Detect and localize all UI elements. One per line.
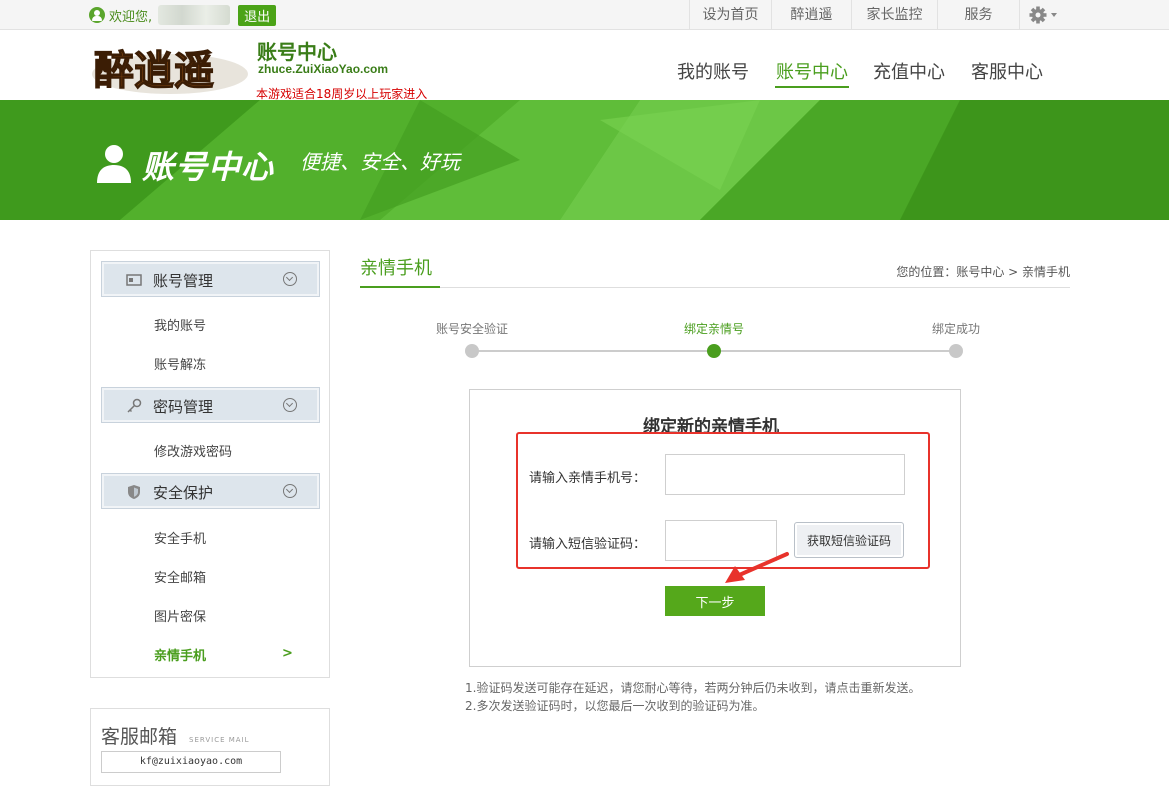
step-label-success: 绑定成功 bbox=[932, 322, 981, 336]
site-url: zhuce.ZuiXiaoYao.com bbox=[258, 62, 389, 76]
zuixiaoyao-link[interactable]: 醉逍遥 bbox=[771, 0, 851, 30]
gear-icon bbox=[1029, 6, 1057, 24]
welcome-area: 欢迎您, 退出 bbox=[89, 4, 277, 26]
sidebar-item-security-phone[interactable]: 安全手机 bbox=[154, 528, 206, 547]
step-dot-success bbox=[949, 344, 963, 358]
step-dot-bind bbox=[707, 344, 721, 358]
settings-menu[interactable] bbox=[1019, 0, 1071, 30]
set-homepage-link[interactable]: 设为首页 bbox=[689, 0, 771, 30]
nav-account-center[interactable]: 账号中心 bbox=[775, 58, 849, 88]
key-icon bbox=[127, 398, 142, 413]
chevron-down-icon bbox=[283, 484, 297, 498]
banner-slogan: 便捷、安全、好玩 bbox=[300, 150, 460, 174]
service-mail-box: 客服邮箱 SERVICE MAIL kf@zuixiaoyao.com bbox=[90, 708, 330, 786]
service-mail-title: 客服邮箱 bbox=[101, 726, 178, 748]
service-mail-address[interactable]: kf@zuixiaoyao.com bbox=[101, 751, 281, 773]
person-icon bbox=[97, 145, 131, 183]
code-label: 请输入短信验证码： bbox=[529, 537, 647, 552]
sidebar-group-security[interactable]: 安全保护 bbox=[101, 473, 320, 509]
nav-my-account[interactable]: 我的账号 bbox=[676, 58, 750, 88]
breadcrumb: 您的位置：账号中心 > 亲情手机 bbox=[896, 265, 1070, 279]
game-logo[interactable]: 醉逍遥 bbox=[90, 34, 250, 100]
next-step-button[interactable]: 下一步 bbox=[665, 586, 765, 616]
username-blurred bbox=[158, 5, 231, 25]
sidebar-item-security-email[interactable]: 安全邮箱 bbox=[154, 567, 206, 586]
family-phone-input[interactable] bbox=[665, 454, 905, 495]
user-icon bbox=[89, 7, 105, 23]
sidebar-group-label: 安全保护 bbox=[153, 484, 214, 502]
title-divider bbox=[360, 287, 1070, 288]
welcome-text: 欢迎您, bbox=[109, 9, 153, 25]
sidebar-item-family-phone[interactable]: 亲情手机 bbox=[154, 645, 206, 664]
service-link[interactable]: 服务 bbox=[937, 0, 1019, 30]
chevron-down-icon bbox=[283, 398, 297, 412]
sidebar-group-account[interactable]: 账号管理 bbox=[101, 261, 320, 297]
site-title: 账号中心 bbox=[257, 40, 337, 64]
sidebar-group-label: 账号管理 bbox=[153, 272, 214, 290]
parental-control-link[interactable]: 家长监控 bbox=[851, 0, 937, 30]
step-label-bind: 绑定亲情号 bbox=[684, 322, 745, 336]
sidebar: 账号管理 我的账号 账号解冻 密码管理 修改游戏密码 安全保护 安全手机 安全邮… bbox=[90, 250, 330, 678]
caret-down-icon bbox=[1051, 13, 1057, 17]
nav-support-center[interactable]: 客服中心 bbox=[970, 58, 1044, 88]
sidebar-item-my-account[interactable]: 我的账号 bbox=[154, 315, 206, 334]
top-bar: 欢迎您, 退出 设为首页 醉逍遥 家长监控 服务 bbox=[0, 0, 1169, 30]
step-dot-verify bbox=[465, 344, 479, 358]
sidebar-group-password[interactable]: 密码管理 bbox=[101, 387, 320, 423]
get-sms-code-button[interactable]: 获取短信验证码 bbox=[794, 522, 904, 558]
page-title: 亲情手机 bbox=[360, 258, 432, 279]
note-line-2: 2.多次发送验证码时，以您最后一次收到的验证码为准。 bbox=[465, 699, 765, 713]
title-underline bbox=[360, 286, 440, 288]
sidebar-item-change-password[interactable]: 修改游戏密码 bbox=[154, 441, 232, 460]
chevron-down-icon bbox=[283, 272, 297, 286]
pointer-arrow-icon bbox=[725, 552, 789, 583]
logo-text: 醉逍遥 bbox=[94, 47, 214, 94]
sidebar-group-label: 密码管理 bbox=[153, 398, 214, 416]
sidebar-item-picture-security[interactable]: 图片密保 bbox=[154, 606, 206, 625]
note-line-1: 1.验证码发送可能存在延迟，请您耐心等待，若两分钟后仍未收到，请点击重新发送。 bbox=[465, 681, 921, 695]
nav-recharge-center[interactable]: 充值中心 bbox=[872, 58, 946, 88]
id-card-icon bbox=[126, 274, 142, 286]
shield-icon bbox=[128, 485, 140, 499]
step-label-verify: 账号安全验证 bbox=[436, 322, 509, 336]
logout-button[interactable]: 退出 bbox=[238, 4, 277, 26]
service-mail-subtitle: SERVICE MAIL bbox=[189, 736, 250, 744]
phone-label: 请输入亲情手机号： bbox=[529, 471, 647, 486]
active-item-arrow: > bbox=[282, 646, 293, 661]
sidebar-item-unfreeze[interactable]: 账号解冻 bbox=[154, 354, 206, 373]
banner-title: 账号中心 bbox=[142, 148, 275, 186]
